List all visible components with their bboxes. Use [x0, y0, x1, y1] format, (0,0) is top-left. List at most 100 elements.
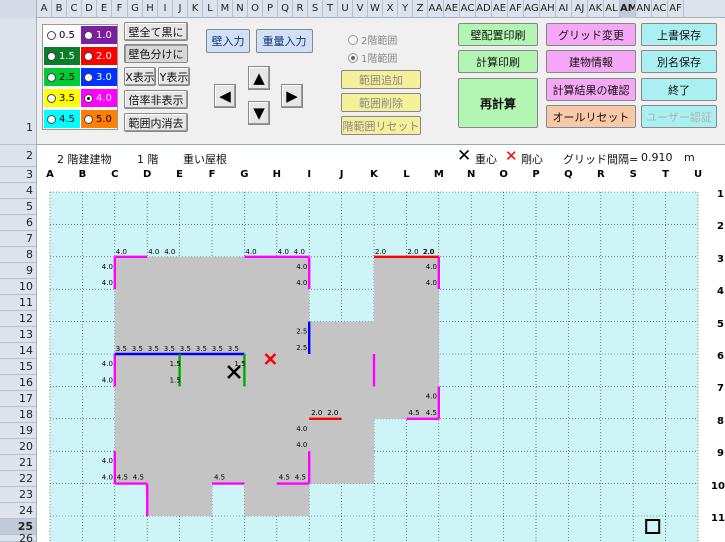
recalc-button[interactable]: 再計算: [458, 78, 538, 128]
wall-all-black-button[interactable]: 壁全て黒に: [124, 22, 188, 41]
range-delete-button[interactable]: 範囲削除: [341, 93, 421, 112]
column-header[interactable]: K: [188, 0, 203, 18]
row-header[interactable]: 7: [0, 231, 36, 247]
row-header[interactable]: 12: [0, 311, 36, 327]
row-header[interactable]: 17: [0, 391, 36, 407]
row-header[interactable]: 21: [0, 455, 36, 471]
x-display-button[interactable]: X表示: [124, 67, 156, 86]
color-swatch[interactable]: 1.0: [81, 26, 117, 44]
building-info-button[interactable]: 建物情報: [546, 50, 636, 73]
color-swatch[interactable]: 2.0: [81, 47, 117, 65]
column-header[interactable]: V: [353, 0, 368, 18]
column-header[interactable]: U: [338, 0, 353, 18]
column-header[interactable]: AD: [476, 0, 492, 18]
column-header[interactable]: AG: [524, 0, 540, 18]
color-swatch[interactable]: 2.5: [44, 68, 80, 86]
column-header[interactable]: AL: [604, 0, 620, 18]
color-swatch[interactable]: 4.0: [81, 89, 117, 107]
color-swatch[interactable]: 0.5: [44, 26, 80, 44]
select-all-corner[interactable]: [0, 0, 37, 18]
column-header[interactable]: AF: [668, 0, 684, 18]
column-header[interactable]: O: [248, 0, 263, 18]
row-header[interactable]: 23: [0, 487, 36, 503]
color-swatch[interactable]: 3.5: [44, 89, 80, 107]
range-reset-button[interactable]: 階範囲リセット: [341, 116, 421, 135]
column-header[interactable]: AH: [540, 0, 556, 18]
column-header[interactable]: J: [173, 0, 188, 18]
floor1-range-radio[interactable]: 1階範囲: [348, 50, 397, 65]
color-swatch[interactable]: 3.0: [81, 68, 117, 86]
column-header[interactable]: P: [263, 0, 278, 18]
column-header[interactable]: Q: [278, 0, 293, 18]
row-header[interactable]: 22: [0, 471, 36, 487]
y-display-button[interactable]: Y表示: [158, 67, 190, 86]
column-header[interactable]: Y: [398, 0, 413, 18]
row-header[interactable]: 15: [0, 359, 36, 375]
floor-plan[interactable]: 4.0 4.0 4.0 4.0 4.0 4.0 2.0 2.0 2.02.04.04.04.04…: [37, 183, 700, 542]
column-header[interactable]: AF: [508, 0, 524, 18]
column-header[interactable]: Z: [413, 0, 428, 18]
column-header[interactable]: A: [37, 0, 52, 18]
weight-input-button[interactable]: 重量入力: [256, 29, 313, 53]
column-header[interactable]: AC: [460, 0, 476, 18]
arrow-up-icon[interactable]: ▲: [248, 66, 270, 90]
column-header[interactable]: N: [233, 0, 248, 18]
range-add-button[interactable]: 範囲追加: [341, 70, 421, 89]
range-erase-button[interactable]: 範囲内消去: [124, 113, 188, 132]
column-header[interactable]: H: [143, 0, 158, 18]
row-header[interactable]: 24: [0, 503, 36, 519]
grid-change-button[interactable]: グリッド変更: [546, 23, 636, 46]
row-header[interactable]: 20: [0, 439, 36, 455]
column-header[interactable]: M: [218, 0, 233, 18]
column-header[interactable]: AE: [444, 0, 460, 18]
row-header[interactable]: 10: [0, 279, 36, 295]
row-header[interactable]: 3: [0, 167, 36, 183]
row-header[interactable]: 13: [0, 327, 36, 343]
column-header[interactable]: X: [383, 0, 398, 18]
wall-input-button[interactable]: 壁入力: [206, 29, 250, 53]
zoom-hide-button[interactable]: 倍率非表示: [124, 90, 188, 109]
row-header[interactable]: 1: [0, 18, 36, 145]
calc-print-button[interactable]: 計算印刷: [458, 50, 538, 73]
column-header[interactable]: G: [128, 0, 143, 18]
overwrite-save-button[interactable]: 上書保存: [641, 23, 717, 46]
arrow-right-icon[interactable]: ▶: [281, 84, 303, 108]
floor2-range-radio[interactable]: 2階範囲: [348, 32, 397, 47]
row-header[interactable]: 2: [0, 145, 36, 167]
column-header[interactable]: AI: [556, 0, 572, 18]
column-header[interactable]: AK: [588, 0, 604, 18]
arrow-left-icon[interactable]: ◀: [214, 84, 236, 108]
column-header[interactable]: W: [368, 0, 383, 18]
user-auth-button[interactable]: ユーザー認証: [641, 105, 717, 128]
row-header[interactable]: 16: [0, 375, 36, 391]
column-header[interactable]: F: [112, 0, 128, 18]
color-swatch[interactable]: 5.0: [81, 110, 117, 128]
column-header[interactable]: AA: [428, 0, 444, 18]
column-header[interactable]: L: [203, 0, 218, 18]
row-header[interactable]: 9: [0, 263, 36, 279]
row-header[interactable]: 5: [0, 199, 36, 215]
exit-button[interactable]: 終了: [641, 78, 717, 101]
save-as-button[interactable]: 別名保存: [641, 50, 717, 73]
column-header[interactable]: AM: [620, 0, 636, 18]
wall-layout-print-button[interactable]: 壁配置印刷: [458, 23, 538, 46]
color-swatch[interactable]: 1.5: [44, 47, 80, 65]
color-swatch[interactable]: 4.5: [44, 110, 80, 128]
column-header[interactable]: B: [52, 0, 67, 18]
row-header[interactable]: 14: [0, 343, 36, 359]
row-header[interactable]: 26: [0, 533, 36, 542]
row-header[interactable]: 19: [0, 423, 36, 439]
column-header[interactable]: D: [82, 0, 97, 18]
row-header[interactable]: 6: [0, 215, 36, 231]
column-header[interactable]: C: [67, 0, 82, 18]
wall-color-split-button[interactable]: 壁色分けに: [124, 44, 188, 63]
column-header[interactable]: I: [158, 0, 173, 18]
row-header[interactable]: 18: [0, 407, 36, 423]
check-results-button[interactable]: 計算結果の確認: [546, 78, 636, 101]
column-header[interactable]: S: [308, 0, 323, 18]
column-header[interactable]: T: [323, 0, 338, 18]
column-header[interactable]: E: [97, 0, 112, 18]
row-header[interactable]: 8: [0, 247, 36, 263]
arrow-down-icon[interactable]: ▼: [248, 101, 270, 125]
row-header[interactable]: 11: [0, 295, 36, 311]
